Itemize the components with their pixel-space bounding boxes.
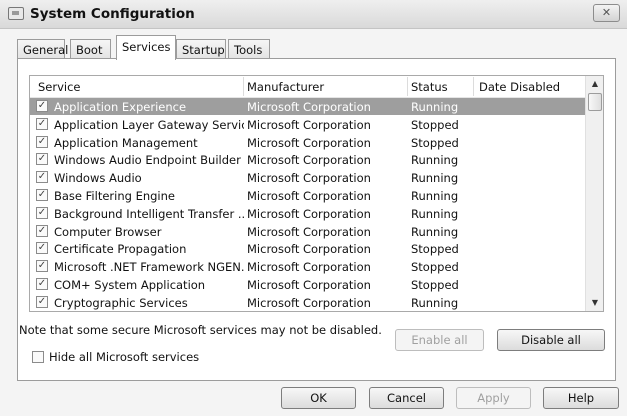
service-name: Application Management [54,135,198,150]
table-row[interactable]: ✓ Windows Audio Endpoint Builder Microsoft… [30,151,585,168]
service-manufacturer: Microsoft Corporation [247,171,371,186]
service-status: Stopped [411,278,459,292]
table-row[interactable]: ✓ Certificate Propagation Microsoft Corpor… [30,240,585,257]
service-status: Running [411,295,459,310]
column-manufacturer[interactable]: Manufacturer [247,80,324,94]
vertical-scrollbar[interactable]: ▲ ▼ [585,76,603,311]
service-name: Base Filtering Engine [54,189,175,203]
service-checkbox[interactable]: ✓ [36,100,48,112]
table-row[interactable]: ✓ Microsoft .NET Framework NGEN... Microso… [30,258,585,275]
hide-ms-services-checkbox[interactable] [32,351,44,363]
table-row[interactable]: ✓ Application Experience Microsoft Corpora… [30,98,585,115]
service-name: Application Layer Gateway Service [54,117,244,132]
service-status: Running [411,206,459,221]
service-manufacturer: Microsoft Corporation [247,117,371,132]
service-manufacturer: Microsoft Corporation [247,189,371,203]
service-name: Microsoft .NET Framework NGEN... [54,260,244,275]
service-checkbox[interactable]: ✓ [36,153,48,166]
column-service[interactable]: Service [38,80,81,94]
services-panel: Service Manufacturer Status Date Disable… [17,58,616,381]
help-button[interactable]: Help [543,387,619,409]
service-rows: ✓ Application Experience Microsoft Corpora… [30,98,585,311]
service-checkbox[interactable]: ✓ [36,171,48,184]
service-status: Running [411,171,459,186]
column-date-disabled[interactable]: Date Disabled [479,80,560,94]
ok-button[interactable]: OK [281,387,356,409]
service-manufacturer: Microsoft Corporation [247,100,371,114]
service-status: Running [411,153,459,168]
service-checkbox[interactable]: ✓ [36,242,48,255]
column-status[interactable]: Status [411,80,448,94]
tab-startup[interactable]: Startup [176,39,226,59]
disable-all-button[interactable]: Disable all [497,329,605,351]
table-row[interactable]: ✓ Cryptographic Services Microsoft Corpora… [30,294,585,311]
column-divider[interactable] [243,77,244,96]
tab-tools[interactable]: Tools [228,39,270,59]
title-bar: System Configuration ✕ [0,0,627,29]
scroll-thumb[interactable] [588,93,602,111]
service-checkbox[interactable]: ✓ [36,295,48,308]
service-name: Certificate Propagation [54,242,187,257]
service-status: Stopped [411,117,459,132]
service-name: Computer Browser [54,224,162,239]
close-button[interactable]: ✕ [593,4,620,22]
service-checkbox[interactable]: ✓ [36,135,48,148]
service-name: COM+ System Application [54,278,206,292]
service-name: Cryptographic Services [54,295,188,310]
service-checkbox[interactable]: ✓ [36,189,48,201]
list-header: Service Manufacturer Status Date Disable… [30,76,585,98]
table-row[interactable]: ✓ Application Layer Gateway Service Micros… [30,116,585,133]
service-status: Stopped [411,242,459,257]
table-row[interactable]: ✓ COM+ System Application Microsoft Corpor… [30,276,585,293]
service-name: Windows Audio [54,171,142,186]
service-manufacturer: Microsoft Corporation [247,242,371,257]
table-row[interactable]: ✓ Computer Browser Microsoft Corporation Ru… [30,223,585,240]
cancel-button[interactable]: Cancel [369,387,444,409]
service-manufacturer: Microsoft Corporation [247,224,371,239]
service-checkbox[interactable]: ✓ [36,260,48,273]
service-checkbox[interactable]: ✓ [36,117,48,130]
service-checkbox[interactable]: ✓ [36,224,48,237]
service-checkbox[interactable]: ✓ [36,278,48,290]
service-name: Application Experience [54,100,187,114]
tab-general[interactable]: General [17,39,68,59]
window-title: System Configuration [30,6,195,22]
service-manufacturer: Microsoft Corporation [247,135,371,150]
service-manufacturer: Microsoft Corporation [247,153,371,168]
services-list: Service Manufacturer Status Date Disable… [29,75,604,312]
service-manufacturer: Microsoft Corporation [247,260,371,275]
tab-services[interactable]: Services [116,35,176,60]
secure-services-note: Note that some secure Microsoft services… [19,323,382,337]
enable-all-button[interactable]: Enable all [395,329,484,351]
table-row[interactable]: ✓ Windows Audio Microsoft Corporation Runni… [30,169,585,186]
apply-button[interactable]: Apply [456,387,531,409]
service-manufacturer: Microsoft Corporation [247,278,371,292]
column-divider[interactable] [473,77,474,96]
service-status: Running [411,224,459,239]
service-manufacturer: Microsoft Corporation [247,206,371,221]
service-status: Stopped [411,260,459,275]
service-status: Running [411,189,459,203]
table-row[interactable]: ✓ Background Intelligent Transfer ... Micr… [30,205,585,222]
service-checkbox[interactable]: ✓ [36,206,48,219]
service-status: Stopped [411,135,459,150]
service-status: Running [411,100,459,114]
scroll-up-arrow-icon[interactable]: ▲ [586,76,603,92]
hide-ms-services-label[interactable]: Hide all Microsoft services [49,350,199,364]
service-name: Background Intelligent Transfer ... [54,206,244,221]
service-name: Windows Audio Endpoint Builder [54,153,241,168]
table-row[interactable]: ✓ Base Filtering Engine Microsoft Corporat… [30,187,585,204]
table-row[interactable]: ✓ Application Management Microsoft Corpora… [30,134,585,151]
service-manufacturer: Microsoft Corporation [247,295,371,310]
column-divider[interactable] [407,77,408,96]
system-config-icon [8,7,24,20]
scroll-down-arrow-icon[interactable]: ▼ [586,295,603,311]
tab-boot[interactable]: Boot [70,39,111,59]
